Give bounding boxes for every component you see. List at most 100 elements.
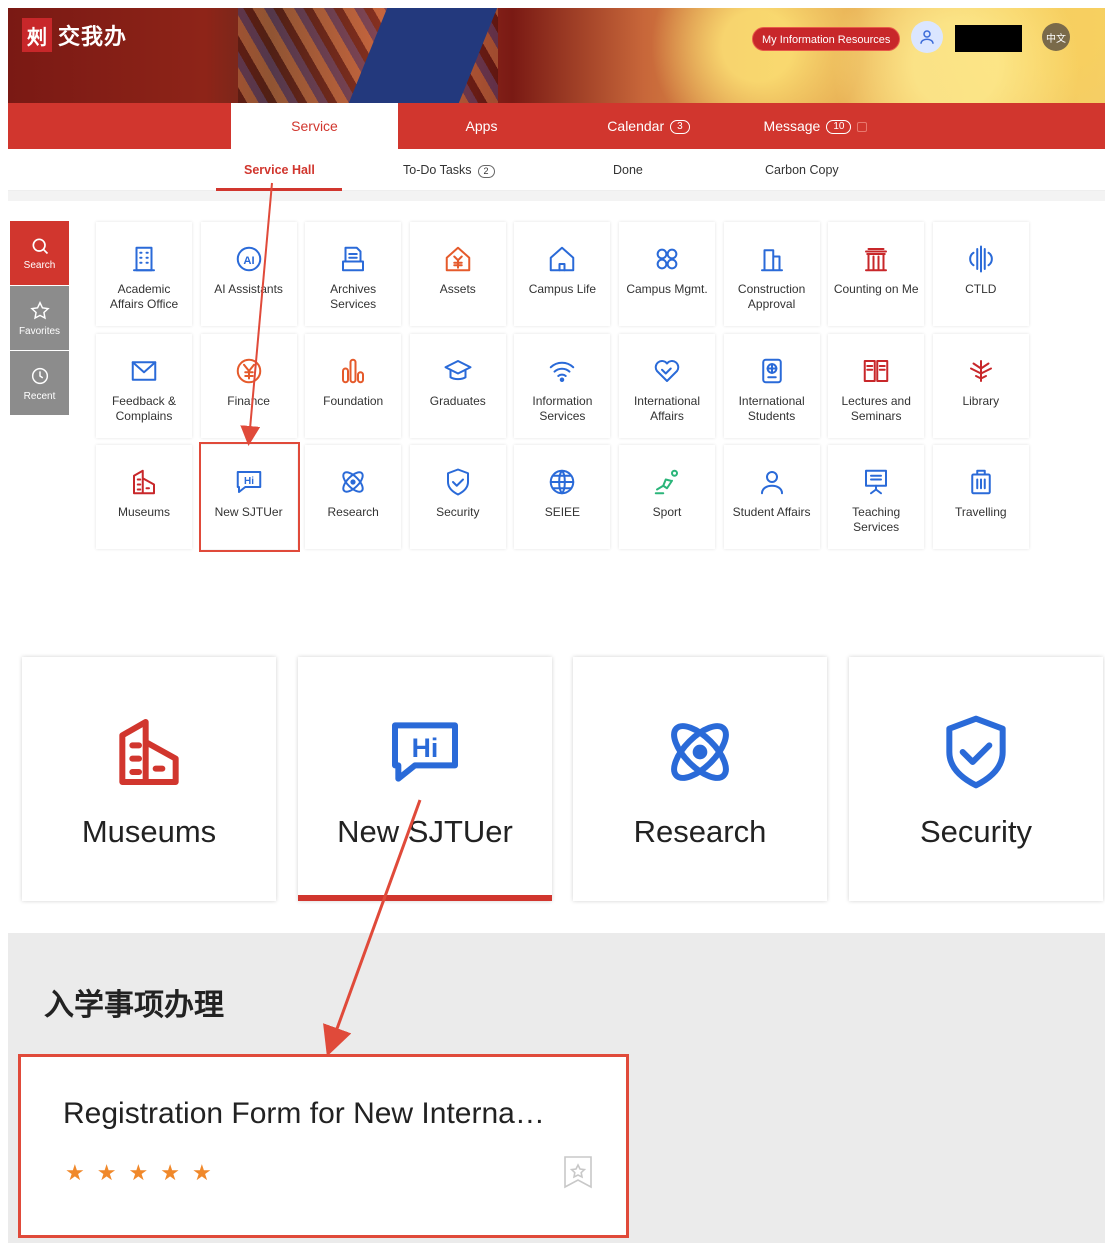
tab-apps[interactable]: Apps <box>398 103 565 149</box>
atom-icon <box>342 471 364 493</box>
message-badge: 10 <box>826 120 852 135</box>
search-icon <box>32 238 48 254</box>
subtab-carbon-copy[interactable]: Carbon Copy <box>765 163 839 177</box>
service-tile-label: SEIEE <box>544 505 581 519</box>
bar-chart-icon <box>342 358 365 383</box>
service-tile-counting-on-me[interactable]: Counting on Me <box>828 222 925 326</box>
mail-icon <box>131 360 157 381</box>
yuan-house-icon <box>445 246 471 272</box>
museum-icon <box>119 719 179 785</box>
service-tile-ai-assistants[interactable]: AI AI Assistants <box>200 222 297 326</box>
service-tile-label: Information Services <box>532 393 593 423</box>
service-tile-label: Campus Life <box>528 282 597 296</box>
sidebar-recent-button[interactable]: Recent <box>10 351 69 415</box>
presentation-icon <box>865 469 888 495</box>
service-tile-campus-mgmt[interactable]: Campus Mgmt. <box>619 222 715 326</box>
service-tile-finance[interactable]: Finance <box>200 333 297 438</box>
service-tile-travelling[interactable]: Travelling <box>932 445 1029 549</box>
tab-message[interactable]: Message 10 <box>732 103 899 149</box>
service-tile-academic-affairs-office[interactable]: Academic Affairs Office <box>96 222 192 326</box>
tab-calendar[interactable]: Calendar 3 <box>565 103 732 149</box>
service-tile-label: Construction Approval <box>737 282 806 311</box>
sidebar-search-button[interactable]: Search <box>10 221 69 285</box>
svg-text:AI: AI <box>243 255 254 267</box>
service-tile-label: Security <box>436 505 480 519</box>
service-tile-label: Library <box>962 393 1000 408</box>
service-tile-security[interactable]: Security <box>409 445 506 549</box>
star-icon <box>29 300 50 319</box>
registration-form-title: Registration Form for New Interna… <box>63 1097 545 1130</box>
service-tile-research[interactable]: Research <box>305 445 402 549</box>
service-tile-library[interactable]: Library <box>932 333 1029 438</box>
service-tile-archives-services[interactable]: Archives Services <box>305 222 402 326</box>
atom-icon <box>671 723 729 781</box>
zoom-card-research[interactable]: Research <box>573 657 827 901</box>
service-tile-student-affairs[interactable]: Student Affairs <box>723 445 820 549</box>
zoom-card-museums[interactable]: Museums <box>22 657 276 901</box>
service-tile-museums[interactable]: Museums <box>96 445 192 549</box>
app-name: 交我办 <box>58 24 128 49</box>
zoom-card-label: Security <box>920 814 1032 849</box>
book-icon <box>863 359 889 382</box>
zoom-card-active-underline <box>298 895 552 901</box>
clock-icon <box>31 367 48 384</box>
passport-icon <box>761 358 782 383</box>
construction-icon <box>760 249 783 272</box>
service-tile-sport[interactable]: Sport <box>619 445 715 549</box>
calendar-badge: 3 <box>670 120 690 135</box>
service-tile-label: Travelling <box>955 505 1007 519</box>
favorite-bookmark-icon[interactable] <box>562 1154 594 1190</box>
service-tile-ctld[interactable]: CTLD <box>932 222 1029 326</box>
user-icon <box>760 471 783 495</box>
redacted-username <box>955 25 1022 52</box>
graduation-cap-icon <box>444 359 472 380</box>
subtab-todo-tasks[interactable]: To-Do Tasks 2 <box>403 163 495 178</box>
ctld-icon <box>969 245 993 273</box>
zoom-card-security[interactable]: Security <box>849 657 1103 901</box>
app-logo[interactable]: 㓨 交我办 <box>22 18 127 52</box>
service-tile-label: Teaching Services <box>852 505 901 534</box>
service-tile-feedback-complains[interactable]: Feedback & Complains <box>96 333 192 438</box>
annotation-highlight-new-sjtuer <box>199 442 300 552</box>
language-switch-button[interactable]: 中文 <box>1042 23 1070 51</box>
service-tile-assets[interactable]: Assets <box>409 222 506 326</box>
tab-service[interactable]: Service <box>231 103 398 149</box>
zoom-card-new-sjtuer[interactable]: Hi New SJTUer <box>298 657 552 901</box>
main-nav: Service Apps Calendar 3 Message 10 <box>8 103 1105 149</box>
service-tile-teaching-services[interactable]: Teaching Services <box>828 445 925 549</box>
service-tile-international-students[interactable]: International Students <box>723 333 820 438</box>
service-tile-label: CTLD <box>965 282 997 296</box>
handshake-heart-icon <box>654 359 680 382</box>
globe-icon <box>550 469 575 495</box>
service-tile-foundation[interactable]: Foundation <box>305 333 402 438</box>
rating-star-icon: ★ <box>65 1160 85 1185</box>
service-tile-international-affairs[interactable]: International Affairs <box>619 333 715 438</box>
service-tile-label: Foundation <box>323 393 384 408</box>
user-avatar[interactable] <box>911 21 943 53</box>
service-tile-label: Counting on Me <box>833 282 919 296</box>
service-tile-information-services[interactable]: Information Services <box>514 333 611 438</box>
service-tile-label: Museums <box>117 505 170 519</box>
service-tile-seiee[interactable]: SEIEE <box>514 445 611 549</box>
todo-badge: 2 <box>477 165 495 178</box>
user-icon <box>920 30 934 44</box>
service-tile-label: Finance <box>227 393 270 408</box>
museum-icon <box>133 469 155 495</box>
sidebar-favorites-button[interactable]: Favorites <box>10 286 69 350</box>
subtab-done[interactable]: Done <box>613 163 643 177</box>
zoom-card-label: New SJTUer <box>337 814 513 849</box>
service-tile-graduates[interactable]: Graduates <box>409 333 506 438</box>
detail-heading: 入学事项办理 <box>44 989 224 1022</box>
service-tile-construction-approval[interactable]: Construction Approval <box>723 222 820 326</box>
subtab-service-hall[interactable]: Service Hall <box>244 163 315 177</box>
service-tile-label: Campus Mgmt. <box>626 282 708 296</box>
service-tile-lectures-and-seminars[interactable]: Lectures and Seminars <box>828 333 925 438</box>
registration-form-card[interactable]: Registration Form for New Interna… ★ ★ ★ ★ ★ <box>18 1054 629 1238</box>
zoom-card-label: Research <box>633 814 767 849</box>
service-tile-label: Sport <box>652 505 682 519</box>
service-tile-label: Lectures and Seminars <box>841 393 911 423</box>
rating-star-icon: ★ <box>128 1160 149 1185</box>
svg-text:Hi: Hi <box>412 733 439 763</box>
my-information-resources-button[interactable]: My Information Resources <box>752 27 901 51</box>
service-tile-campus-life[interactable]: Campus Life <box>514 222 611 326</box>
